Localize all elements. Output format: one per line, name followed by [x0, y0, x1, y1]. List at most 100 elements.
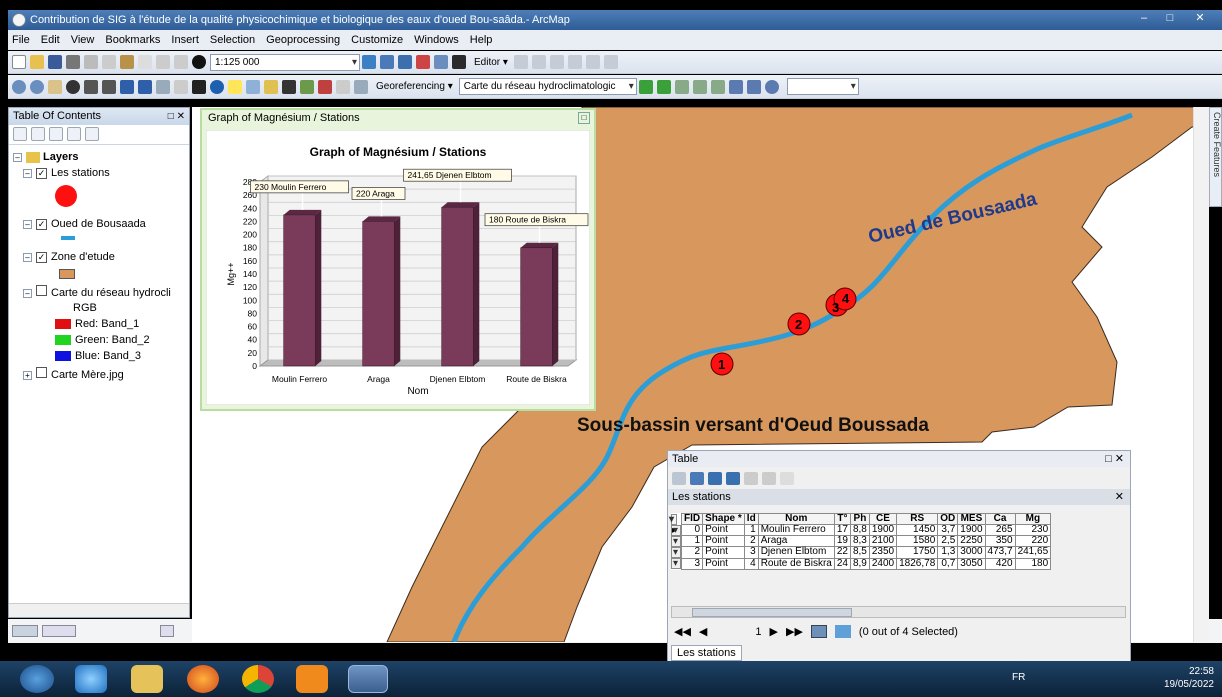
collapse-icon[interactable]: –: [13, 153, 22, 162]
table-options-icon[interactable]: [672, 471, 686, 485]
internet-explorer-icon[interactable]: [75, 665, 107, 693]
table-cell[interactable]: 2250: [957, 535, 986, 548]
table-cell[interactable]: 8,9: [849, 557, 870, 570]
next-record-button[interactable]: ▶: [770, 625, 778, 638]
open-icon[interactable]: [30, 55, 44, 69]
toc-horizontal-scrollbar[interactable]: [9, 603, 189, 617]
table-row[interactable]: 3Point4Route de Biskra248,924001826,780,…: [671, 557, 1052, 570]
table-cell[interactable]: 2: [680, 546, 704, 559]
clear-selection-icon[interactable]: [744, 471, 758, 485]
add-control-points-icon[interactable]: [638, 79, 653, 94]
cut-icon[interactable]: [84, 55, 98, 69]
attributes-icon[interactable]: [603, 55, 618, 69]
table-cell[interactable]: Moulin Ferrero: [757, 524, 835, 537]
layer-les-stations[interactable]: – ✓ Les stations: [23, 167, 110, 179]
select-features-icon[interactable]: [156, 79, 170, 94]
arcmap-taskbar-icon[interactable]: [348, 665, 388, 693]
layer-oued-de-bousaada[interactable]: – ✓ Oued de Bousaada: [23, 218, 146, 230]
shift-icon[interactable]: [692, 79, 707, 94]
chrome-icon[interactable]: [242, 665, 274, 693]
python-icon[interactable]: [452, 55, 466, 69]
table-cell[interactable]: 473,7: [984, 546, 1016, 559]
column-header[interactable]: RS: [896, 512, 939, 526]
table-cell[interactable]: 1900: [957, 524, 986, 537]
column-header[interactable]: Ph: [849, 512, 870, 526]
table-cell[interactable]: 350: [984, 535, 1016, 548]
refresh-icon[interactable]: [42, 625, 76, 637]
station-symbol[interactable]: [55, 185, 77, 207]
graph-close-button[interactable]: □: [578, 112, 590, 124]
menu-geoprocessing[interactable]: Geoprocessing: [266, 34, 340, 46]
table-cell[interactable]: 1: [680, 535, 704, 548]
redo-icon[interactable]: [174, 55, 188, 69]
menu-bookmarks[interactable]: Bookmarks: [105, 34, 160, 46]
attribute-table[interactable]: FIDShape *IdNomT°PhCERSODMESCaMg ▸0Point…: [669, 512, 1052, 570]
column-header[interactable]: Ca: [984, 512, 1016, 526]
list-by-visibility-icon[interactable]: [49, 127, 63, 141]
fixed-zoom-in-icon[interactable]: [84, 79, 98, 94]
table-cell[interactable]: 2400: [868, 557, 898, 570]
layers-group[interactable]: – Layers: [13, 151, 78, 163]
table-cell[interactable]: 1450: [896, 524, 939, 537]
language-indicator[interactable]: FR: [1012, 672, 1025, 683]
list-by-source-icon[interactable]: [31, 127, 45, 141]
layer-visibility-checkbox[interactable]: ✓: [36, 168, 47, 179]
georeferencing-menu[interactable]: Georeferencing ▾: [376, 81, 453, 92]
file-explorer-icon[interactable]: [131, 665, 163, 693]
table-cell[interactable]: 1900: [868, 524, 898, 537]
table-cell[interactable]: 0: [680, 524, 704, 537]
column-header[interactable]: Mg: [1014, 512, 1052, 526]
table-cell[interactable]: 220: [1014, 535, 1052, 548]
menu-customize[interactable]: Customize: [351, 34, 403, 46]
rotate-icon[interactable]: [674, 79, 689, 94]
menu-edit[interactable]: Edit: [41, 34, 60, 46]
table-cell[interactable]: Route de Biskra: [757, 557, 835, 570]
find-icon[interactable]: [282, 79, 296, 94]
column-header[interactable]: CE: [868, 512, 898, 526]
table-cell[interactable]: 24: [833, 557, 851, 570]
georef-layer-select[interactable]: Carte du réseau hydroclimatologic: [458, 78, 637, 95]
column-header[interactable]: MES: [957, 512, 986, 526]
close-button[interactable]: ✕: [1184, 10, 1216, 27]
column-header[interactable]: FID: [680, 512, 704, 526]
previous-record-button[interactable]: ◀: [699, 625, 707, 638]
add-data-icon[interactable]: [192, 55, 206, 69]
table-cell[interactable]: 230: [1014, 524, 1052, 537]
table-cell[interactable]: 3,7: [937, 524, 959, 537]
layer-carte-mere[interactable]: + Carte Mère.jpg: [23, 367, 124, 381]
table-cell[interactable]: 1826,78: [896, 557, 939, 570]
options-icon[interactable]: [85, 127, 99, 141]
editor-toolbar-icon[interactable]: [362, 55, 376, 69]
map-vertical-scrollbar[interactable]: [1193, 107, 1209, 642]
back-extent-icon[interactable]: [120, 79, 134, 94]
rotation-input[interactable]: [786, 78, 859, 95]
table-cell[interactable]: 8,8: [849, 524, 870, 537]
row-selector[interactable]: ▸: [671, 524, 681, 536]
table-cell[interactable]: 3000: [957, 546, 986, 559]
table-cell[interactable]: 265: [984, 524, 1016, 537]
table-horizontal-scrollbar[interactable]: [671, 606, 1126, 618]
table-cell[interactable]: 17: [833, 524, 851, 537]
media-player-icon[interactable]: [296, 665, 328, 693]
delete-icon[interactable]: [138, 55, 152, 69]
table-cell[interactable]: 8,3: [849, 535, 870, 548]
measure-icon[interactable]: [264, 79, 278, 94]
viewer-icon[interactable]: [354, 79, 368, 94]
table-window[interactable]: Table □ ✕ Les stations ✕ FIDShape *IdNom…: [667, 450, 1131, 663]
table-cell[interactable]: 1580: [896, 535, 939, 548]
row-selector[interactable]: [671, 535, 681, 547]
pause-drawing-icon[interactable]: [160, 625, 174, 637]
table-cell[interactable]: Point: [702, 524, 745, 537]
fixed-zoom-out-icon[interactable]: [102, 79, 116, 94]
view-link-table-icon[interactable]: [728, 79, 743, 94]
arctoolbox-icon[interactable]: [434, 55, 448, 69]
viewer-window-icon[interactable]: [764, 79, 779, 94]
table-row[interactable]: 1Point2Araga198,3210015802,52250350220: [671, 535, 1052, 548]
related-tables-icon[interactable]: [690, 471, 704, 485]
table-cell[interactable]: 2100: [868, 535, 898, 548]
table-cell[interactable]: Djenen Elbtom: [757, 546, 835, 559]
go-to-xy-icon[interactable]: [318, 79, 332, 94]
full-extent-icon[interactable]: [66, 79, 80, 94]
zoom-out-icon[interactable]: [30, 79, 44, 94]
show-selected-records-icon[interactable]: [834, 625, 851, 638]
